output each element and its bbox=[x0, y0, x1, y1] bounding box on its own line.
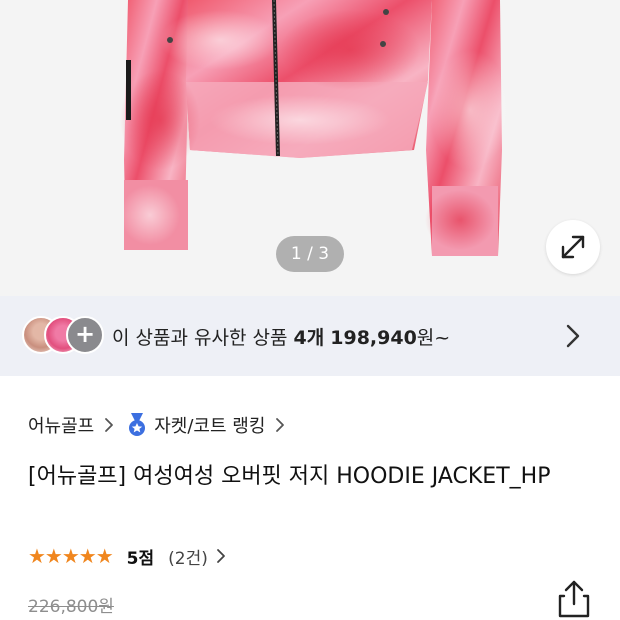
brand-link[interactable]: 어뉴골프 bbox=[28, 412, 94, 438]
similar-products-text: 이 상품과 유사한 상품 4개 198,940원~ bbox=[112, 323, 450, 350]
similar-price: 198,940 bbox=[330, 327, 417, 349]
expand-icon bbox=[561, 235, 585, 259]
image-page-counter: 1 / 3 bbox=[276, 236, 344, 272]
product-title: [어뉴골프] 여성여성 오버핏 저지 HOODIE JACKET_HP bbox=[28, 464, 551, 489]
product-image-gallery[interactable]: 1 / 3 bbox=[0, 0, 620, 296]
breadcrumb: 어뉴골프 자켓/코트 랭킹 bbox=[28, 410, 297, 440]
chevron-right-icon bbox=[104, 417, 114, 433]
review-count[interactable]: (2건) bbox=[168, 544, 208, 569]
rating-row[interactable]: ★★★★★ 5점 (2건) bbox=[28, 542, 226, 570]
chevron-right-icon bbox=[216, 548, 226, 564]
medal-icon bbox=[126, 413, 148, 437]
original-price: 226,800원 bbox=[28, 597, 114, 617]
similar-suffix: 원~ bbox=[416, 327, 451, 349]
rating-score: 5점 bbox=[126, 548, 155, 569]
chevron-right-icon[interactable] bbox=[564, 323, 582, 349]
expand-image-button[interactable] bbox=[546, 220, 600, 274]
similar-thumbnails: + bbox=[22, 316, 106, 356]
ranking-link[interactable]: 자켓/코트 랭킹 bbox=[154, 412, 265, 438]
chevron-right-icon bbox=[275, 417, 285, 433]
share-icon[interactable] bbox=[556, 579, 592, 619]
similar-prefix: 이 상품과 유사한 상품 bbox=[112, 327, 288, 349]
similar-products-banner[interactable]: + 이 상품과 유사한 상품 4개 198,940원~ bbox=[0, 296, 620, 376]
similar-count: 4개 bbox=[293, 327, 325, 349]
star-rating-icon: ★★★★★ bbox=[28, 544, 114, 568]
plus-icon: + bbox=[66, 316, 104, 354]
